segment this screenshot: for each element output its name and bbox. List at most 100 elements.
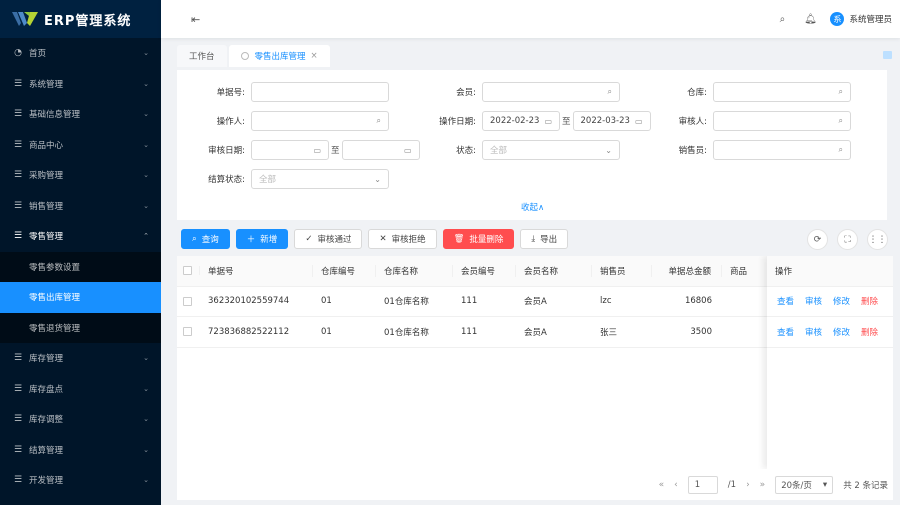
bell-icon[interactable]: 🔔︎	[796, 14, 824, 25]
total-records: 共 2 条记录	[843, 480, 888, 491]
user-name[interactable]: 系统管理员	[849, 13, 892, 25]
app-logo[interactable]: ERP管理系统	[0, 0, 161, 38]
reject-button[interactable]: ✕ 审核拒绝	[368, 229, 437, 249]
next-page-icon[interactable]: ›	[746, 480, 750, 490]
row-checkbox[interactable]	[183, 296, 192, 306]
sidebar-item-settlement[interactable]: ☰ 结算管理 ⌄	[0, 435, 161, 466]
sidebar-item-home[interactable]: ◔ 首页 ⌄	[0, 38, 161, 69]
column-settings-icon[interactable]: ⋮⋮	[867, 229, 888, 250]
bill-no-input[interactable]	[251, 82, 389, 102]
data-table: 单据号 仓库编号 仓库名称 会员编号 会员名称 销售员 单据总金额 商品 362…	[177, 256, 893, 469]
sidebar-subitem-retail-return[interactable]: 零售退货管理	[0, 313, 161, 344]
menu-icon: ☰	[13, 200, 23, 211]
fullscreen-icon[interactable]: ⛶	[837, 229, 858, 250]
search-icon[interactable]: ⌕	[608, 87, 612, 97]
audit-date-to-input[interactable]: ▭	[341, 140, 420, 160]
warehouse-input[interactable]: ⌕	[713, 82, 851, 102]
search-icon[interactable]: ⌕	[839, 116, 843, 126]
col-bill-no[interactable]: 单据号	[200, 264, 313, 277]
col-salesman[interactable]: 销售员	[592, 264, 652, 277]
top-header: ⇤ ⌕ 🔔︎ 系 系统管理员	[161, 0, 900, 38]
menu-icon: ☰	[13, 414, 23, 425]
status-label: 状态:	[456, 146, 476, 156]
audit-link[interactable]: 审核	[805, 326, 822, 338]
operator-input[interactable]: ⌕	[251, 111, 389, 131]
retail-submenu: 零售参数设置 零售出库管理 零售退货管理	[0, 251, 161, 344]
lock-icon[interactable]	[883, 51, 892, 59]
edit-link[interactable]: 修改	[833, 326, 850, 338]
col-member-code[interactable]: 会员编号	[453, 264, 516, 277]
op-date-to-input[interactable]: 2022-03-23 ▭	[572, 111, 651, 131]
sidebar-item-dev[interactable]: ☰ 开发管理 ⌄	[0, 465, 161, 496]
last-page-icon[interactable]: »	[760, 480, 766, 490]
audit-date-from-input[interactable]: ▭	[251, 140, 329, 160]
refresh-icon[interactable]: ⟳	[807, 229, 828, 250]
prev-page-icon[interactable]: ‹	[674, 480, 678, 490]
sidebar-item-stock-adjust[interactable]: ☰ 库存调整 ⌄	[0, 404, 161, 435]
menu-icon: ☰	[13, 444, 23, 455]
close-icon[interactable]: ×	[311, 51, 318, 61]
row-actions: 查看 审核 修改 删除	[767, 326, 878, 338]
sidebar-item-goods[interactable]: ☰ 商品中心 ⌄	[0, 130, 161, 161]
sidebar-subitem-retail-outbound[interactable]: 零售出库管理	[0, 282, 161, 313]
action-column: 操作 查看 审核 修改 删除 查看 审核 修改 删除	[767, 256, 893, 469]
chevron-down-icon: ⌄	[143, 171, 149, 180]
view-link[interactable]: 查看	[777, 295, 794, 307]
tab-retail-outbound[interactable]: 零售出库管理 ×	[228, 45, 330, 67]
sidebar-subitem-retail-settings[interactable]: 零售参数设置	[0, 252, 161, 283]
auditor-input[interactable]: ⌕	[713, 111, 851, 131]
delete-link[interactable]: 删除	[861, 295, 878, 307]
chevron-down-icon: ⌄	[143, 49, 149, 58]
batch-delete-button[interactable]: 🗑︎ 批量删除	[442, 229, 515, 249]
view-link[interactable]: 查看	[777, 326, 794, 338]
col-wh-code[interactable]: 仓库编号	[313, 264, 376, 277]
audit-link[interactable]: 审核	[805, 295, 822, 307]
table-tools: ⟳ ⛶ ⋮⋮	[807, 229, 888, 250]
col-wh-name[interactable]: 仓库名称	[376, 264, 453, 277]
sidebar-item-basic-info[interactable]: ☰ 基础信息管理 ⌄	[0, 99, 161, 130]
member-input[interactable]: ⌕	[482, 82, 620, 102]
warehouse-label: 仓库:	[687, 88, 707, 98]
action-toolbar: ⌕ 查询 ＋新增 ✓ 审核通过 ✕ 审核拒绝 🗑︎ 批量删除 ⤓ 导出	[181, 229, 569, 249]
calendar-icon: ▭	[634, 116, 643, 126]
row-checkbox[interactable]	[183, 327, 192, 337]
menu-icon: ☰	[13, 78, 23, 89]
menu-icon: ☰	[13, 475, 23, 486]
op-date-from-input[interactable]: 2022-02-23 ▭	[482, 111, 560, 131]
sidebar-item-stocktake[interactable]: ☰ 库存盘点 ⌄	[0, 374, 161, 405]
approve-button[interactable]: ✓ 审核通过	[294, 229, 363, 249]
collapse-link[interactable]: 收起∧	[521, 201, 544, 213]
col-member-name[interactable]: 会员名称	[516, 264, 592, 277]
query-button[interactable]: ⌕ 查询	[181, 229, 230, 249]
select-all-checkbox[interactable]	[183, 266, 192, 276]
bill-no-label: 单据号:	[216, 88, 245, 98]
tab-workbench[interactable]: 工作台	[177, 45, 227, 67]
col-total[interactable]: 单据总金额	[652, 264, 722, 277]
sidebar-item-sales[interactable]: ☰ 销售管理 ⌄	[0, 191, 161, 222]
page-input[interactable]: 1	[687, 475, 718, 494]
menu-icon: ☰	[13, 383, 23, 394]
search-icon[interactable]: ⌕	[377, 116, 381, 126]
loading-icon	[240, 52, 249, 60]
sidebar-item-inventory[interactable]: ☰ 库存管理 ⌄	[0, 343, 161, 374]
menu-icon: ☰	[13, 139, 23, 150]
auditor-label: 审核人:	[678, 117, 707, 127]
sidebar-item-system[interactable]: ☰ 系统管理 ⌄	[0, 69, 161, 100]
salesman-input[interactable]: ⌕	[713, 140, 851, 160]
status-select[interactable]: 全部 ⌄	[482, 140, 620, 160]
menu-fold-icon[interactable]: ⇤	[191, 13, 200, 26]
settle-status-select[interactable]: 全部 ⌄	[251, 169, 389, 189]
search-icon[interactable]: ⌕	[768, 14, 796, 25]
first-page-icon[interactable]: «	[659, 480, 665, 490]
delete-link[interactable]: 删除	[861, 326, 878, 338]
sidebar-item-retail[interactable]: ☰ 零售管理 ⌃	[0, 221, 161, 252]
page-size-select[interactable]: 20条/页 ▾	[775, 475, 834, 494]
sidebar-item-purchase[interactable]: ☰ 采购管理 ⌄	[0, 160, 161, 191]
add-button[interactable]: ＋新增	[235, 229, 289, 249]
export-button[interactable]: ⤓ 导出	[520, 229, 569, 249]
search-icon[interactable]: ⌕	[839, 145, 843, 155]
search-icon[interactable]: ⌕	[839, 87, 843, 97]
avatar[interactable]: 系	[830, 12, 845, 26]
pagination: « ‹ 1 /1 › » 20条/页 ▾ 共 2 条记录	[177, 469, 893, 500]
edit-link[interactable]: 修改	[833, 295, 850, 307]
